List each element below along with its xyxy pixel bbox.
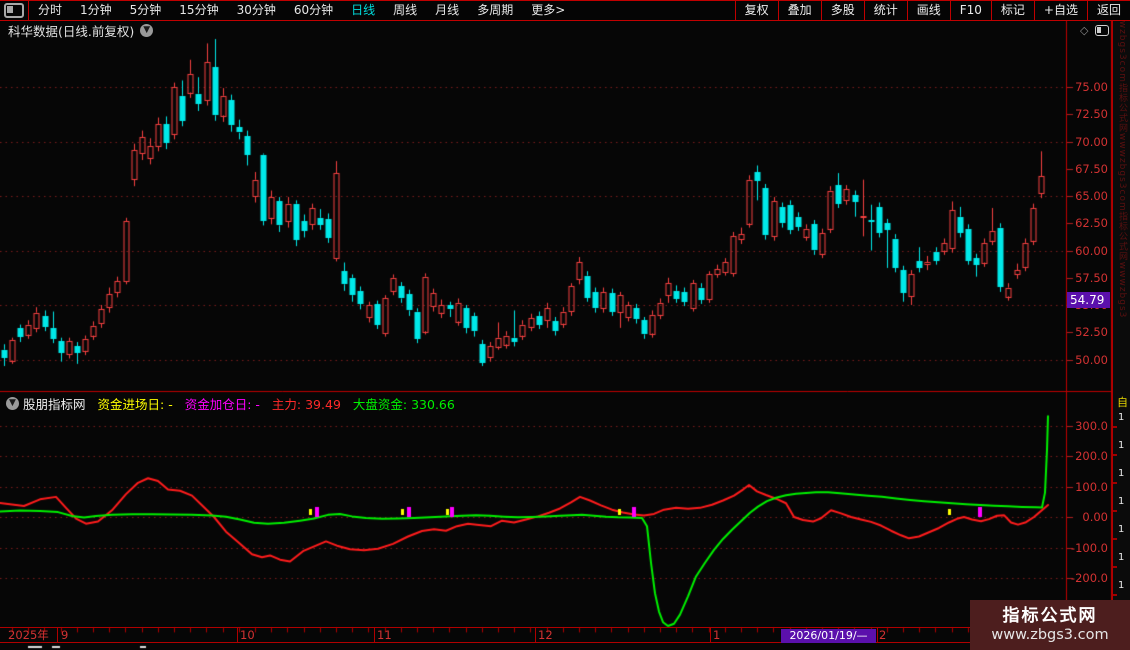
strip-tick — [1113, 454, 1117, 456]
toolbar-button-标记[interactable]: 标记 — [990, 1, 1034, 20]
period-tab-15分钟[interactable]: 15分钟 — [170, 1, 227, 20]
strip-number: 1 — [1118, 580, 1125, 591]
period-tab-日线[interactable]: 日线 — [342, 1, 384, 20]
watermark-title: 指标公式网 — [1002, 606, 1098, 627]
toolbar-button-多股[interactable]: 多股 — [820, 1, 864, 20]
crosshair-date-badge: 2026/01/19/— — [781, 629, 876, 643]
toolbar-button-叠加[interactable]: 叠加 — [777, 1, 821, 20]
strip-tick — [1113, 538, 1117, 540]
month-label-2: 2 — [879, 628, 887, 642]
indicator-axis-label: 200.0 — [1075, 449, 1108, 463]
watchlist-tab-partial[interactable]: 自 — [1117, 394, 1128, 410]
month-divider — [237, 628, 238, 642]
toolbar-button-画线[interactable]: 画线 — [906, 1, 950, 20]
period-tab-多周期[interactable]: 多周期 — [468, 1, 522, 20]
strip-tick — [1113, 566, 1117, 568]
site-watermark: 指标公式网 www.zbgs3.com — [970, 600, 1130, 650]
indicator-axis-label: 0.00 — [1082, 510, 1108, 524]
toolbar-button-F10[interactable]: F10 — [949, 1, 991, 20]
indicator-header: ▼ 股朋指标网 资金进场日: - 资金加仓日: - 主力: 39.49 大盘资金: 3… — [0, 392, 1066, 414]
price-axis-label: 75.00 — [1075, 80, 1108, 94]
indicator-field: 资金加仓日: - — [184, 396, 260, 412]
price-axis-label: 50.00 — [1075, 352, 1108, 367]
period-tab-1分钟[interactable]: 1分钟 — [71, 1, 121, 20]
chart-title-row: 科华数据(日线.前复权) ▼ — [8, 22, 154, 39]
stock-app-window: 分时 1分钟 5分钟 15分钟 30分钟 60分钟 日线 周线 月线 多周期 更多> 复权 叠加 多股统… — [0, 0, 1130, 650]
stock-title: 科华数据(日线.前复权) — [8, 23, 135, 39]
strip-number: 1 — [1118, 412, 1125, 423]
chevron-down-icon[interactable]: ▼ — [140, 23, 154, 37]
indicator-values: 资金进场日: - 资金加仓日: - 主力: 39.49 大盘资金: 330.66 — [86, 394, 455, 413]
watermark-url: www.zbgs3.com — [991, 626, 1109, 643]
period-menu: 分时 1分钟 5分钟 15分钟 30分钟 60分钟 日线 周线 月线 多周期 更多> — [29, 1, 735, 20]
indicator-axis-label: -200.0 — [1070, 571, 1108, 585]
indicator-field: 资金进场日: - — [97, 396, 173, 412]
right-side-strip[interactable]: wwwzbgs3com指标公式网wwwzbgs3com指标公式网wwwzbgs3… — [1112, 0, 1130, 650]
month-label-11: 11 — [377, 628, 392, 642]
strip-tick — [1113, 594, 1117, 596]
month-label-10: 10 — [240, 628, 255, 642]
price-axis-label: 52.50 — [1075, 325, 1108, 340]
toolbar-actions: 复权 叠加 多股 统计 画线 F10 标记 +自选 返回 — [734, 1, 1130, 20]
strip-number: 1 — [1118, 468, 1125, 479]
toolbar-button-+自选[interactable]: +自选 — [1033, 1, 1087, 20]
period-tab-更多>[interactable]: 更多> — [522, 1, 574, 20]
price-axis-label: 67.50 — [1075, 161, 1108, 176]
price-axis-label: 62.50 — [1075, 216, 1108, 231]
period-tab-月线[interactable]: 月线 — [426, 1, 468, 20]
chart-corner-controls: ◇ — [1080, 24, 1110, 37]
price-axis-label: 65.00 — [1075, 189, 1108, 203]
price-axis-label: 72.50 — [1075, 107, 1108, 122]
strip-tick — [1113, 482, 1117, 484]
mark-diamond-icon[interactable]: ◇ — [1080, 24, 1088, 37]
time-axis[interactable]: 2025年 9 10 11 12 1 2 — [0, 627, 1130, 643]
top-toolbar: 分时 1分钟 5分钟 15分钟 30分钟 60分钟 日线 周线 月线 多周期 更多> 复权 叠加 多股统… — [0, 0, 1130, 21]
toolbar-button-统计[interactable]: 统计 — [863, 1, 907, 20]
strip-tick — [1113, 510, 1117, 512]
price-axis-label: 60.00 — [1075, 243, 1108, 258]
month-label-1: 1 — [713, 628, 721, 642]
collapse-indicator-icon[interactable]: ▼ — [6, 396, 19, 410]
year-label: 2025年 — [8, 628, 49, 642]
month-label-12: 12 — [538, 628, 553, 642]
month-divider — [374, 628, 375, 642]
indicator-source-label: 股朋指标网 — [23, 396, 86, 412]
indicator-field: 主力: 39.49 — [271, 396, 341, 412]
vertical-watermark-text: wwwzbgs3com指标公式网wwwzbgs3com指标公式网wwwzbgs3 — [1117, 4, 1127, 319]
strip-number: 1 — [1118, 524, 1125, 535]
period-tab-30分钟[interactable]: 30分钟 — [228, 1, 285, 20]
indicator-field: 大盘资金: 330.66 — [352, 396, 455, 412]
month-divider — [877, 628, 878, 642]
indicator-axis-label: 300.0 — [1075, 418, 1108, 433]
toolbar-button-返回[interactable]: 返回 — [1086, 1, 1130, 20]
last-price-badge: 54.79 — [1067, 292, 1110, 308]
period-tab-分时[interactable]: 分时 — [29, 1, 71, 20]
strip-number: 1 — [1118, 496, 1125, 507]
indicator-axis-label: -100.0 — [1070, 540, 1108, 555]
period-tab-5分钟[interactable]: 5分钟 — [121, 1, 171, 20]
strip-tick — [1113, 426, 1117, 428]
price-axis-label: 57.50 — [1075, 270, 1108, 285]
price-axis-label: 70.00 — [1075, 134, 1108, 149]
toolbar-button-复权[interactable]: 复权 — [734, 1, 778, 20]
indicator-axis-label: 100.0 — [1075, 479, 1108, 494]
period-tab-周线[interactable]: 周线 — [384, 1, 426, 20]
maximize-panel-icon[interactable] — [1095, 25, 1110, 36]
month-divider — [710, 628, 711, 642]
kline-and-indicator-canvas[interactable] — [0, 0, 1130, 650]
month-label-9: 9 — [61, 628, 69, 642]
strip-number: 1 — [1118, 552, 1125, 563]
period-tab-60分钟[interactable]: 60分钟 — [285, 1, 342, 20]
strip-number: 1 — [1118, 440, 1125, 451]
month-divider — [57, 628, 58, 642]
layout-toggle-button[interactable] — [0, 1, 29, 20]
panel-layout-icon — [4, 3, 24, 18]
month-divider — [535, 628, 536, 642]
